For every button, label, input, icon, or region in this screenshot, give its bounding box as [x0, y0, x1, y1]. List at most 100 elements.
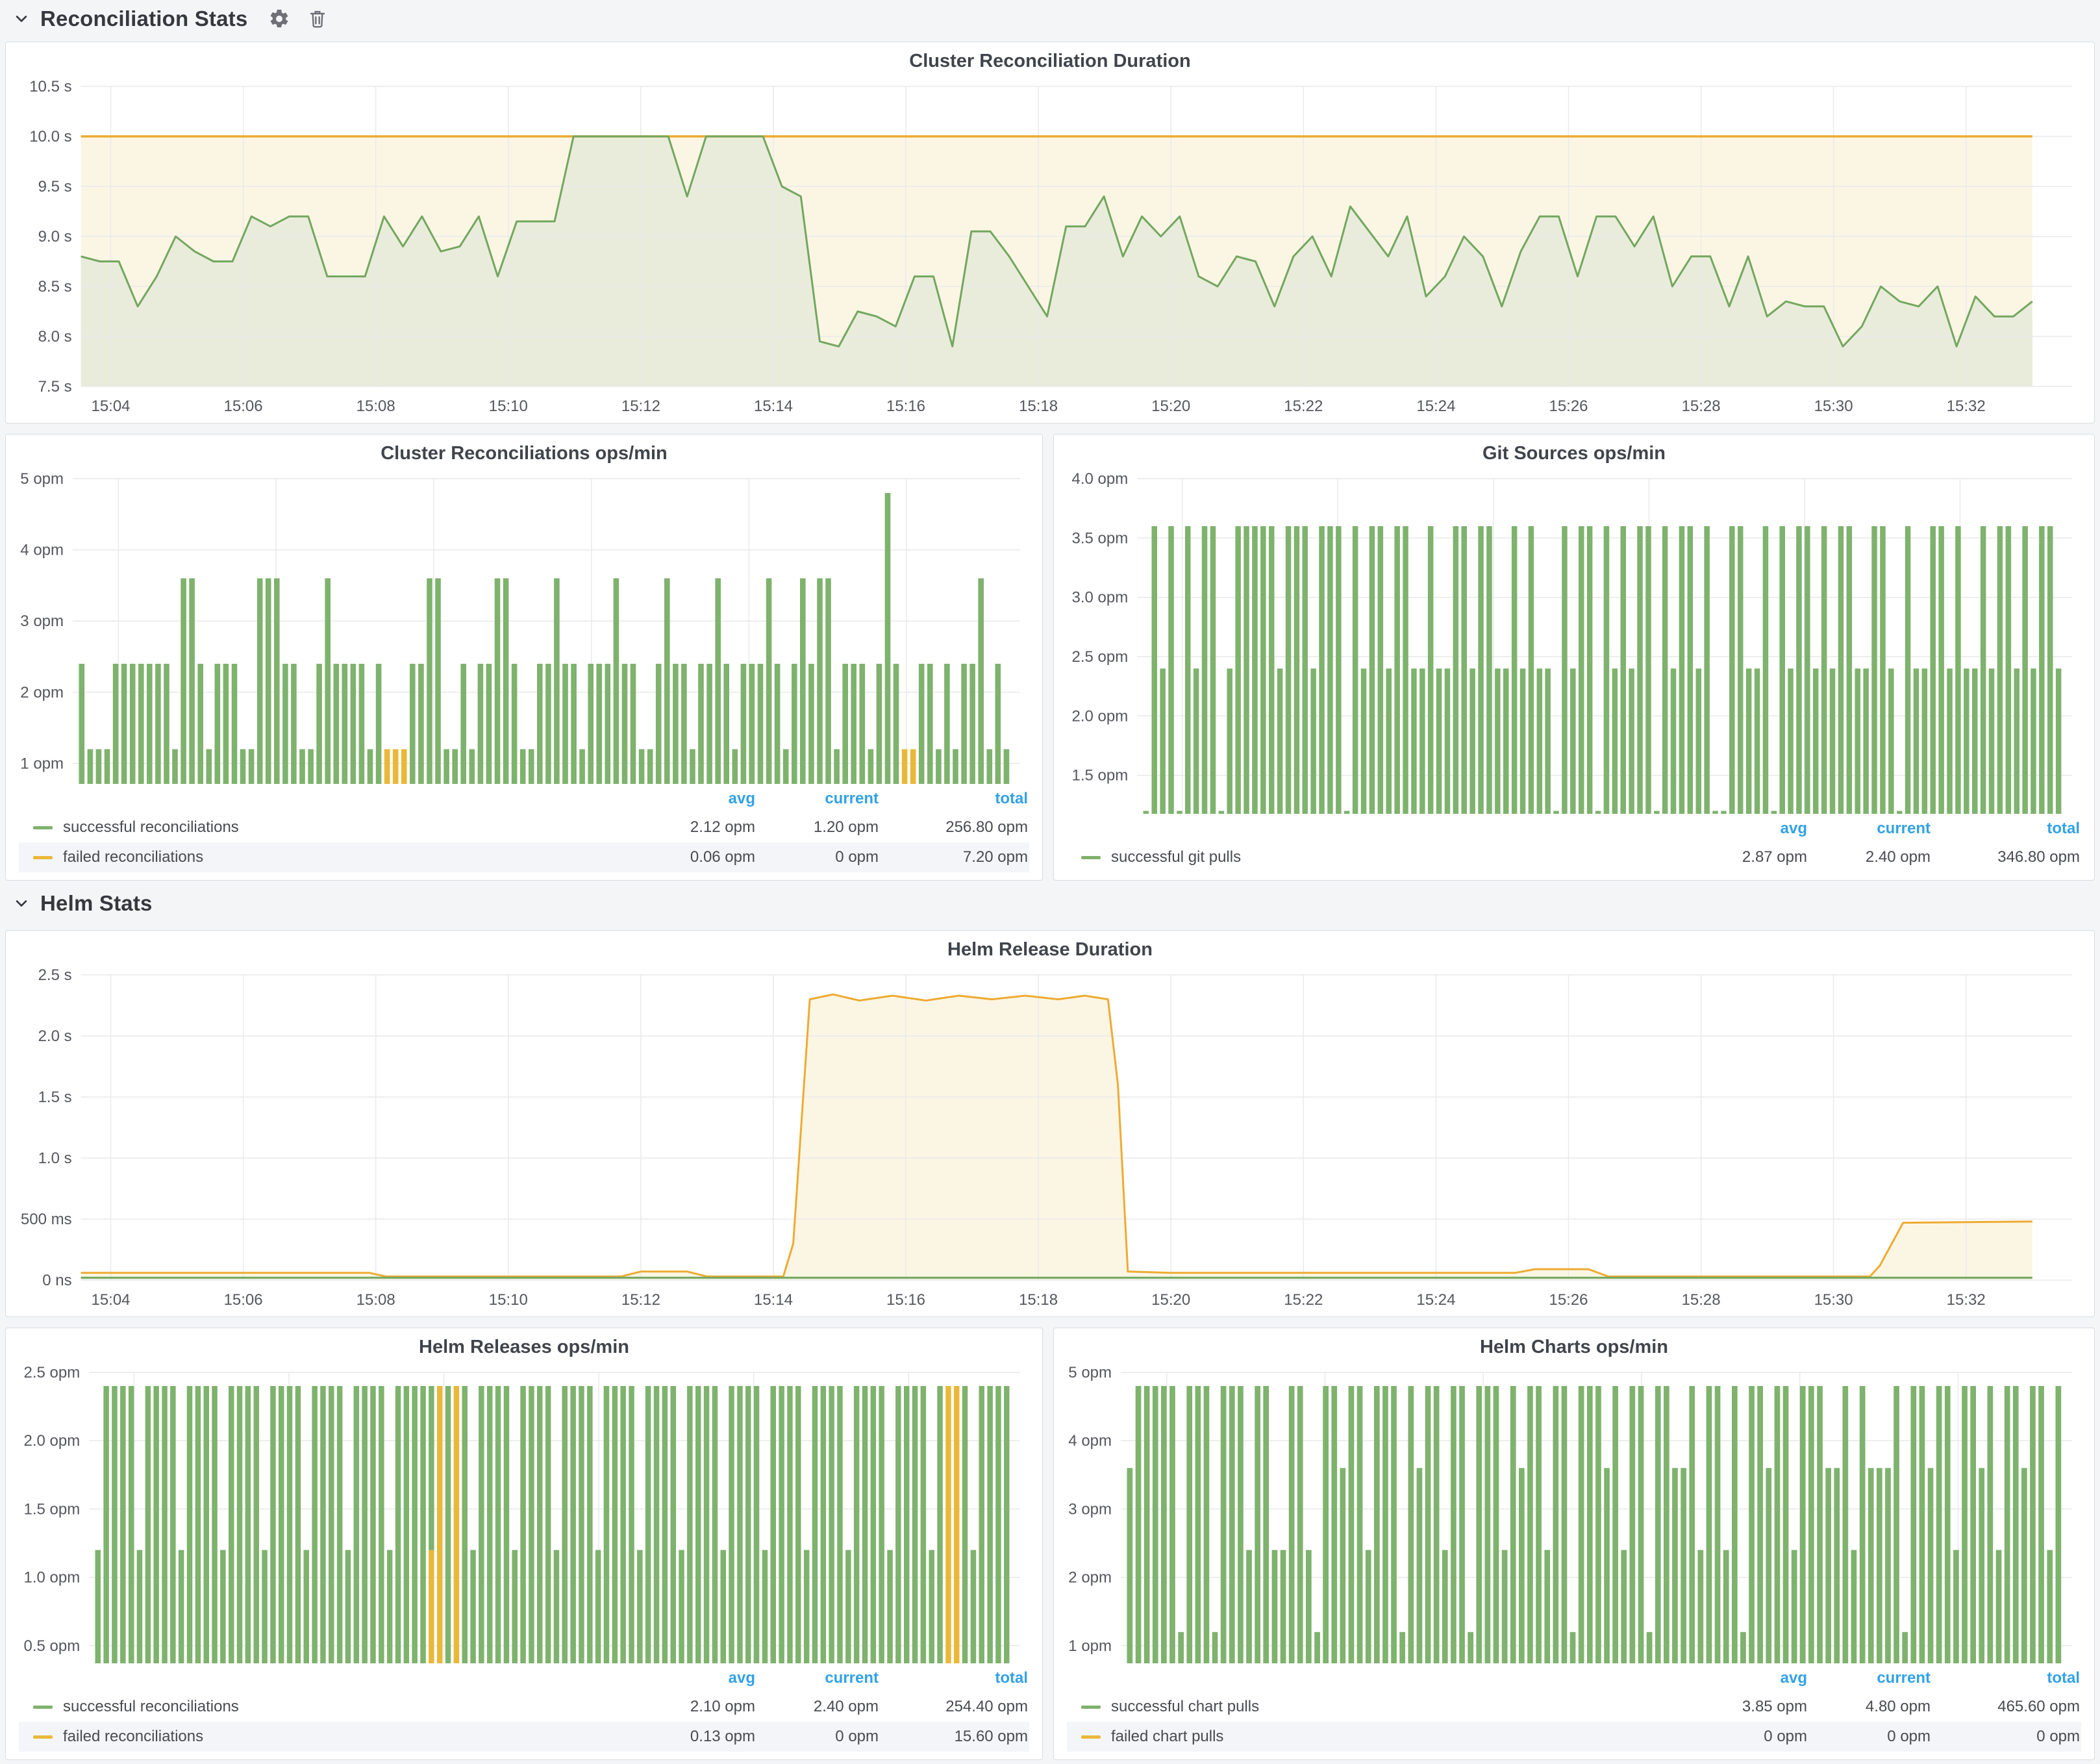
- svg-text:15:10: 15:10: [489, 1291, 528, 1309]
- svg-text:15:32: 15:32: [1947, 397, 1986, 415]
- legend-value: 3.85 opm: [1692, 1698, 1808, 1716]
- legend-sort-avg[interactable]: avg: [1692, 820, 1808, 838]
- section-header-reconciliation-stats[interactable]: Reconciliation Stats: [14, 6, 328, 31]
- svg-text:3.0 opm: 3.0 opm: [1071, 589, 1128, 607]
- svg-text:15:12: 15:12: [621, 397, 660, 415]
- legend-row: failed reconciliations0.06 opm0 opm7.20 …: [19, 842, 1029, 872]
- legend-value: 0 opm: [1692, 1728, 1808, 1746]
- legend-value: 4.80 opm: [1808, 1698, 1932, 1716]
- legend-row: successful git pulls2.87 opm2.40 opm346.…: [1067, 842, 2081, 872]
- cluster-reconciliations-chart[interactable]: 0 opm1 opm2 opm3 opm4 opm5 opm15:0515:10…: [6, 470, 1042, 784]
- panel-title[interactable]: Cluster Reconciliations ops/min: [6, 435, 1042, 470]
- gear-icon[interactable]: [268, 8, 290, 30]
- legend-header: avgcurrenttotal: [1067, 815, 2081, 842]
- svg-text:10.0 s: 10.0 s: [29, 128, 71, 145]
- legend-value: 0.13 opm: [640, 1728, 756, 1746]
- svg-text:2 opm: 2 opm: [1068, 1569, 1112, 1587]
- section-title[interactable]: Helm Stats: [40, 891, 153, 916]
- svg-text:3 opm: 3 opm: [1068, 1500, 1112, 1518]
- panel-git-sources-opm: Git Sources ops/min 1.0 opm1.5 opm2.0 op…: [1053, 434, 2095, 881]
- legend-sort-current[interactable]: current: [756, 790, 880, 808]
- legend-value: 7.20 opm: [880, 848, 1029, 866]
- series-color-dash-icon: [33, 1735, 53, 1739]
- svg-text:1.5 opm: 1.5 opm: [1071, 767, 1128, 785]
- series-color-dash-icon: [33, 1706, 53, 1709]
- panel-cluster-reconciliations-opm: Cluster Reconciliations ops/min 0 opm 1 o…: [5, 434, 1043, 881]
- helm-release-duration-chart[interactable]: 0 ns500 ms1.0 s1.5 s2.0 s2.5 s15:0415:06…: [6, 966, 2094, 1317]
- panel-title[interactable]: Cluster Reconciliation Duration: [6, 42, 2094, 77]
- svg-text:1 opm: 1 opm: [1068, 1637, 1112, 1655]
- chevron-down-icon[interactable]: [14, 896, 29, 911]
- svg-text:15:18: 15:18: [1019, 397, 1058, 415]
- legend-series-toggle[interactable]: failed reconciliations: [19, 1728, 640, 1746]
- svg-text:1.0 opm: 1.0 opm: [23, 1569, 80, 1587]
- svg-text:10.5 s: 10.5 s: [29, 78, 71, 95]
- svg-text:15:24: 15:24: [1416, 1291, 1455, 1309]
- panel-title[interactable]: Git Sources ops/min: [1054, 435, 2094, 470]
- legend-value: 1.20 opm: [756, 818, 880, 837]
- legend-series-toggle[interactable]: successful reconciliations: [19, 1698, 640, 1716]
- svg-text:1 opm: 1 opm: [20, 755, 64, 772]
- svg-text:15:04: 15:04: [91, 1291, 130, 1309]
- legend-value: 0 opm: [1808, 1728, 1932, 1746]
- panel-title[interactable]: Helm Charts ops/min: [1054, 1328, 2094, 1363]
- panel-title[interactable]: Helm Releases ops/min: [6, 1328, 1042, 1363]
- svg-text:15:26: 15:26: [1549, 397, 1588, 415]
- legend-value: 0 opm: [756, 848, 880, 866]
- legend-series-name: successful git pulls: [1111, 848, 1241, 866]
- legend-series-toggle[interactable]: failed chart pulls: [1067, 1728, 1692, 1746]
- svg-text:2 opm: 2 opm: [20, 684, 64, 701]
- series-color-dash-icon: [33, 826, 53, 829]
- svg-text:15:30: 15:30: [1814, 397, 1853, 415]
- legend-sort-total[interactable]: total: [880, 790, 1029, 808]
- svg-text:15:24: 15:24: [1416, 397, 1455, 415]
- svg-text:15:26: 15:26: [1549, 1291, 1588, 1309]
- svg-text:2.5 opm: 2.5 opm: [1071, 648, 1128, 666]
- svg-text:15:14: 15:14: [754, 397, 793, 415]
- legend-series-toggle[interactable]: successful chart pulls: [1067, 1698, 1692, 1716]
- legend-value: 346.80 opm: [1932, 848, 2081, 866]
- legend-sort-current[interactable]: current: [756, 1669, 880, 1687]
- trash-icon[interactable]: [307, 8, 328, 29]
- chevron-down-icon[interactable]: [14, 12, 29, 26]
- git-sources-chart[interactable]: 1.0 opm1.5 opm2.0 opm2.5 opm3.0 opm3.5 o…: [1054, 470, 2094, 814]
- legend-sort-total[interactable]: total: [880, 1669, 1029, 1687]
- svg-text:8.0 s: 8.0 s: [38, 328, 72, 346]
- dashboard: Reconciliation Stats Cluster Reconciliat…: [0, 0, 2100, 1764]
- svg-text:500 ms: 500 ms: [21, 1211, 72, 1228]
- section-header-helm-stats[interactable]: Helm Stats: [14, 891, 153, 916]
- legend-sort-avg[interactable]: avg: [640, 790, 756, 808]
- legend-series-toggle[interactable]: successful reconciliations: [19, 818, 640, 837]
- helm-charts-chart[interactable]: 0 opm1 opm2 opm3 opm4 opm5 opm15:0515:10…: [1054, 1363, 2094, 1663]
- legend-sort-current[interactable]: current: [1808, 1669, 1932, 1687]
- legend-sort-current[interactable]: current: [1808, 820, 1932, 838]
- svg-text:15:22: 15:22: [1284, 397, 1323, 415]
- legend-value: 2.10 opm: [640, 1698, 756, 1716]
- legend-sort-avg[interactable]: avg: [640, 1669, 756, 1687]
- svg-text:15:14: 15:14: [754, 1291, 793, 1309]
- legend-series-name: failed reconciliations: [63, 848, 203, 866]
- svg-text:3.5 opm: 3.5 opm: [1071, 529, 1128, 547]
- legend-value: 2.12 opm: [640, 818, 756, 837]
- legend-value: 254.40 opm: [880, 1698, 1029, 1716]
- panel-cluster-reconciliation-duration: Cluster Reconciliation Duration 7.5 s8.0…: [5, 42, 2095, 423]
- legend-sort-avg[interactable]: avg: [1692, 1669, 1808, 1687]
- svg-text:2.0 opm: 2.0 opm: [1071, 707, 1128, 725]
- panel-title[interactable]: Helm Release Duration: [6, 931, 2094, 966]
- legend-sort-total[interactable]: total: [1932, 1669, 2081, 1687]
- cluster-reconciliation-duration-chart[interactable]: 7.5 s8.0 s8.5 s9.0 s9.5 s10.0 s10.5 s15:…: [6, 77, 2094, 423]
- legend-value: 0 opm: [756, 1728, 880, 1746]
- helm-releases-chart[interactable]: 0 opm0.5 opm1.0 opm1.5 opm2.0 opm2.5 opm…: [6, 1363, 1042, 1663]
- legend: avgcurrenttotal successful reconciliation…: [6, 784, 1042, 880]
- legend-header: avgcurrenttotal: [19, 785, 1029, 813]
- series-color-dash-icon: [1081, 1735, 1101, 1739]
- legend-series-toggle[interactable]: successful git pulls: [1067, 848, 1692, 866]
- legend: avgcurrenttotal successful reconciliation…: [6, 1663, 1042, 1759]
- legend-row: failed chart pulls0 opm0 opm0 opm: [1067, 1722, 2081, 1752]
- legend-series-toggle[interactable]: failed reconciliations: [19, 848, 640, 866]
- section-title[interactable]: Reconciliation Stats: [40, 6, 247, 31]
- legend-sort-total[interactable]: total: [1932, 820, 2081, 838]
- svg-text:4.0 opm: 4.0 opm: [1071, 470, 1128, 488]
- legend: avgcurrenttotalsuccessful git pulls2.87 …: [1054, 814, 2094, 880]
- svg-text:15:06: 15:06: [224, 397, 263, 415]
